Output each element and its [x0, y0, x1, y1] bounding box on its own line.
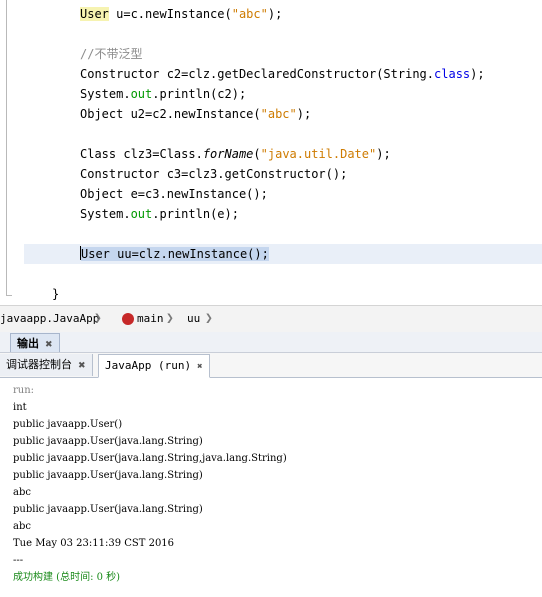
console-line: public javaapp.User(java.lang.String,jav… [13, 453, 287, 464]
console-line: run: [13, 385, 35, 396]
close-icon[interactable]: ✖ [197, 362, 202, 372]
chevron-right-icon: ❯ [205, 311, 213, 326]
method-icon [122, 313, 134, 325]
chevron-right-icon: ❯ [166, 311, 174, 326]
close-icon[interactable]: ✖ [45, 340, 53, 350]
console-line: Tue May 03 23:11:39 CST 2016 [13, 538, 175, 549]
selected-type: User [81, 247, 110, 261]
console-line: public javaapp.User(java.lang.String) [13, 504, 203, 515]
console-line: public javaapp.User(java.lang.String) [13, 470, 203, 481]
console-line: abc [13, 487, 31, 498]
code-line-7[interactable]: Constructor c3=clz3.getConstructor(); [80, 164, 347, 184]
build-success-message: 成功构建 (总时间: 0 秒) [13, 572, 121, 583]
code-line-3[interactable]: Constructor c2=clz.getDeclaredConstructo… [80, 64, 485, 84]
code-line-comment[interactable]: //不带泛型 [80, 44, 142, 64]
console-tabbar: 调试器控制台 ✖ JavaApp (run) ✖ [0, 353, 542, 378]
chevron-right-icon: ❯ [94, 311, 102, 326]
tab-javaapp-run[interactable]: JavaApp (run) ✖ [98, 354, 210, 378]
code-line-6[interactable]: Class clz3=Class.forName("java.util.Date… [80, 144, 391, 164]
breadcrumb-method[interactable]: main [137, 306, 164, 332]
console-line: --- [13, 555, 24, 566]
close-icon[interactable]: ✖ [78, 361, 86, 371]
code-line-9[interactable]: System.out.println(e); [80, 204, 239, 224]
code-line-1[interactable]: User u=c.newInstance("abc"); [80, 4, 282, 24]
code-line-5[interactable]: Object u2=c2.newInstance("abc"); [80, 104, 311, 124]
breadcrumb-class[interactable]: javaapp.JavaApp [0, 306, 99, 332]
closing-brace: } [52, 287, 60, 301]
console-line: public javaapp.User() [13, 419, 123, 430]
tab-debugger-console[interactable]: 调试器控制台 ✖ [0, 354, 93, 376]
console-line: abc [13, 521, 31, 532]
fold-guide-end [6, 295, 12, 296]
breadcrumb: javaapp.JavaApp ❯ main ❯ uu ❯ [0, 305, 542, 333]
code-line-4[interactable]: System.out.println(c2); [80, 84, 246, 104]
code-editor[interactable]: User u=c.newInstance("abc"); //不带泛型 Cons… [0, 0, 542, 305]
console-output[interactable]: run: int public javaapp.User() public ja… [0, 378, 542, 597]
fold-guide [6, 0, 7, 296]
console-line: int [13, 402, 27, 413]
output-tab[interactable]: 输出 ✖ [10, 333, 60, 352]
output-window-header: 输出 ✖ [0, 332, 542, 353]
selected-text: uu=clz.newInstance(); [109, 247, 269, 261]
breadcrumb-variable[interactable]: uu [187, 306, 200, 332]
code-line-8[interactable]: Object e=c3.newInstance(); [80, 184, 268, 204]
console-line: public javaapp.User(java.lang.String) [13, 436, 203, 447]
code-line-current[interactable]: User uu=clz.newInstance(); [80, 244, 269, 264]
